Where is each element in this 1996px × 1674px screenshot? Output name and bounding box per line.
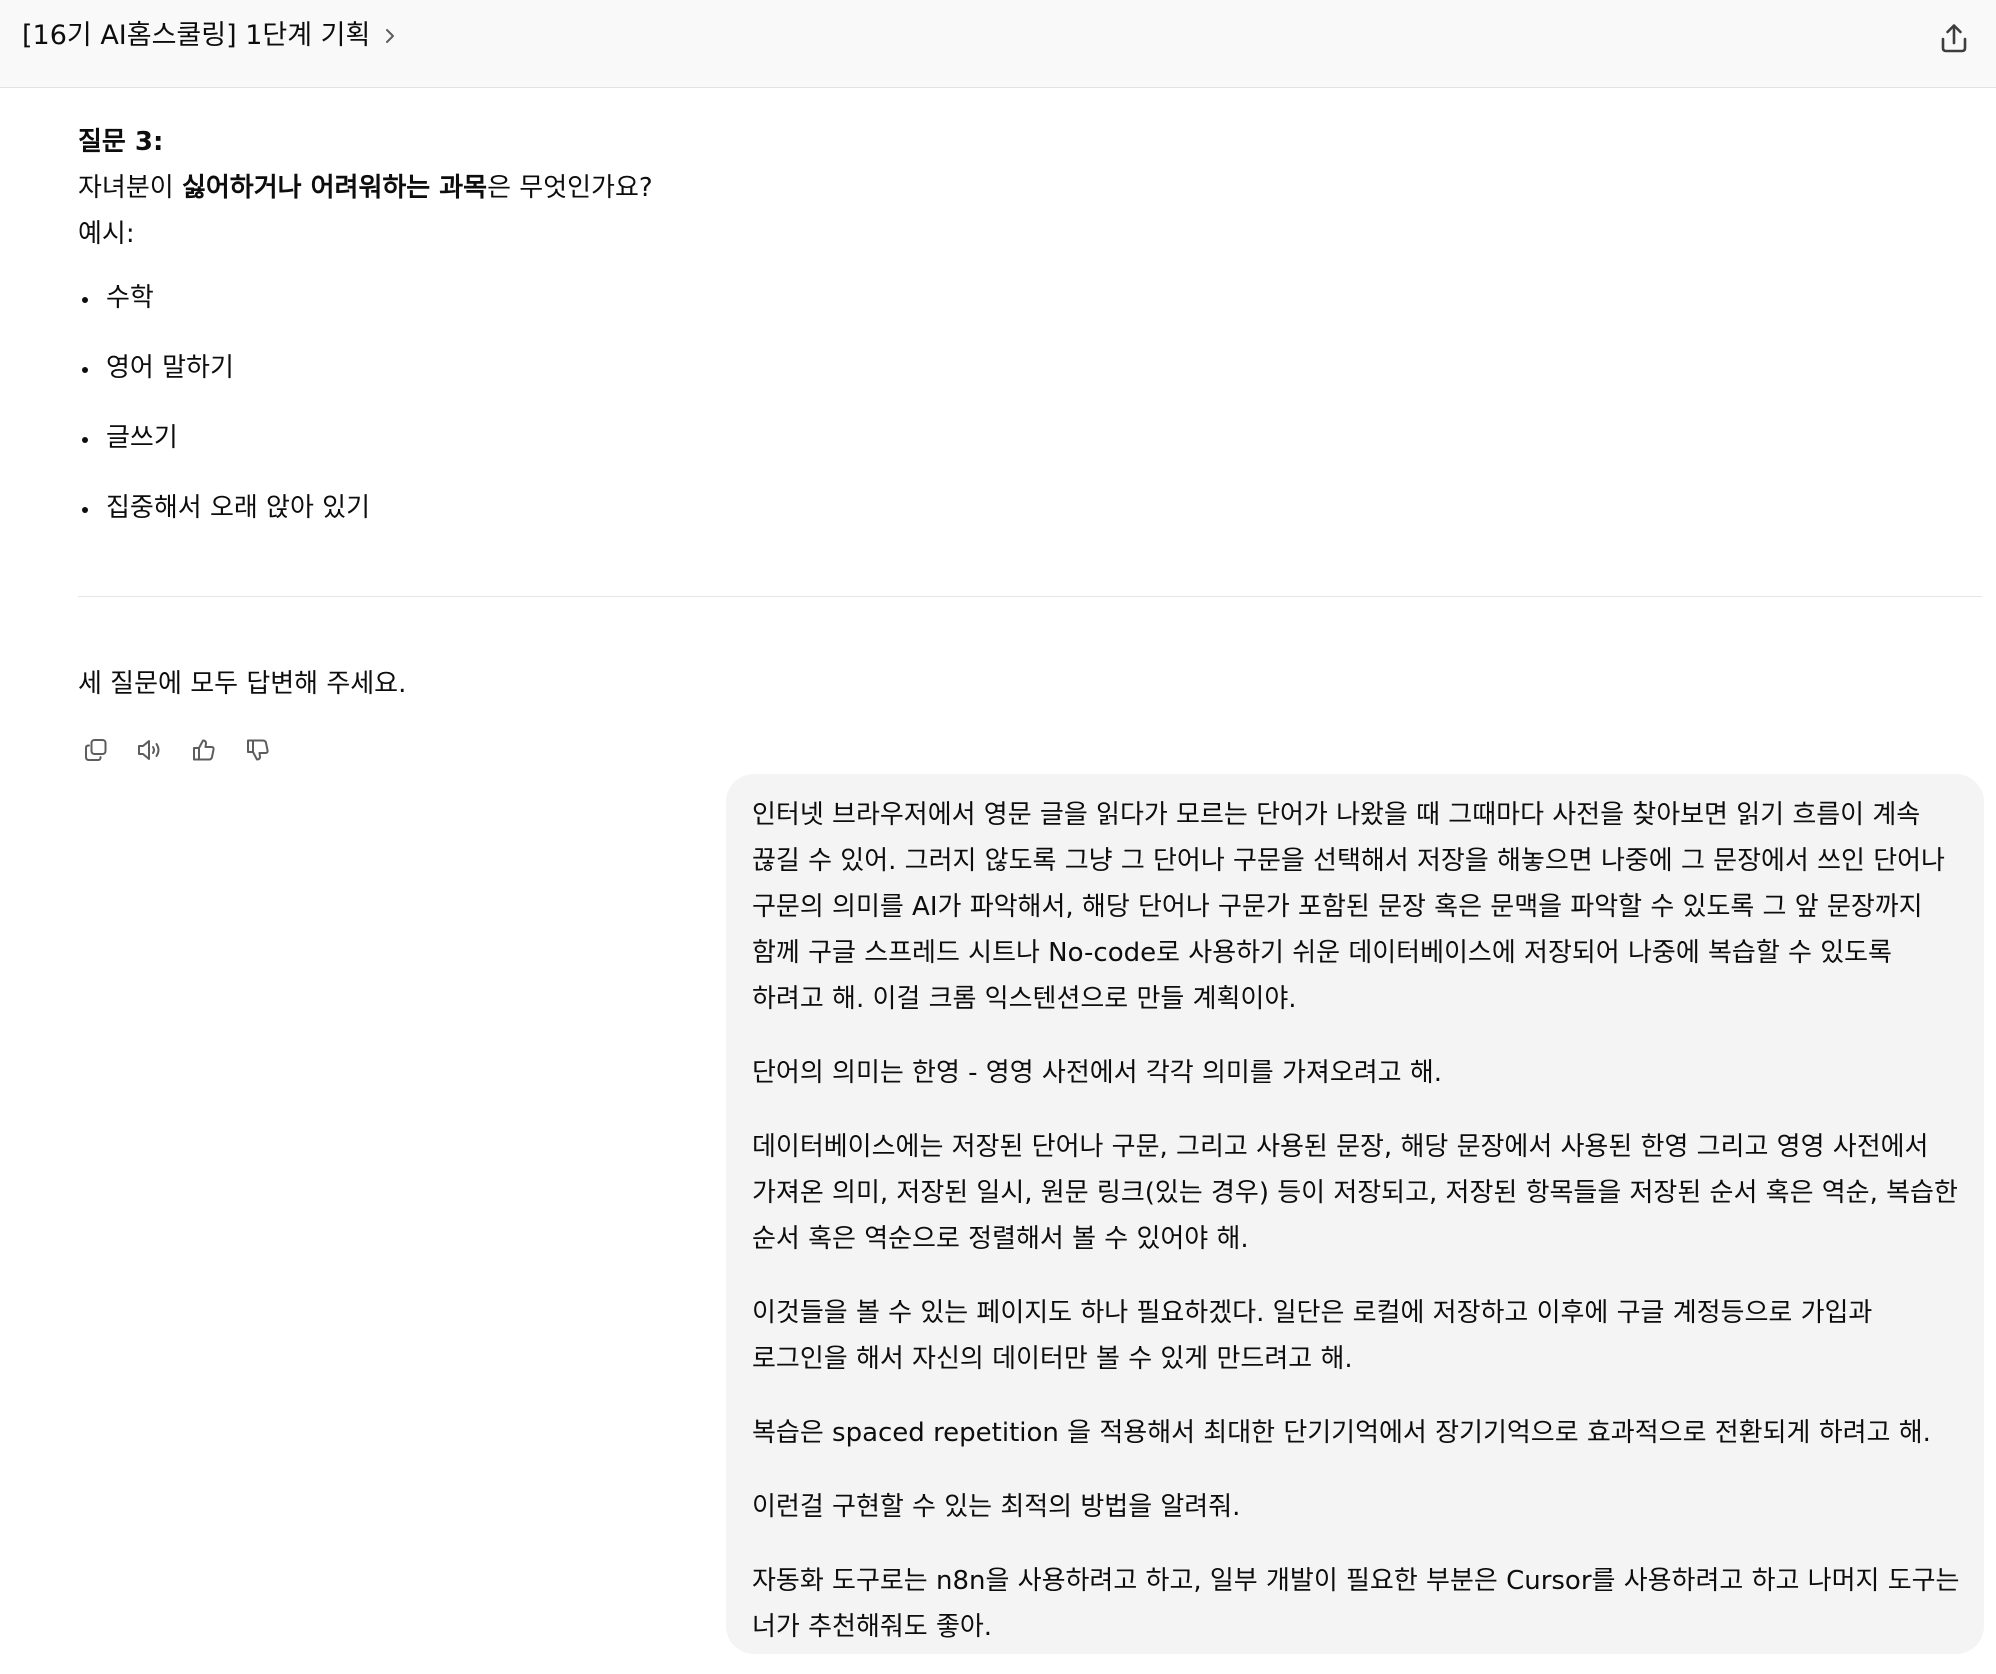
- copy-button[interactable]: [78, 732, 114, 768]
- user-message-paragraph: 데이터베이스에는 저장된 단어나 구문, 그리고 사용된 문장, 해당 문장에서…: [752, 1132, 1958, 1254]
- list-item: 집중해서 오래 앉아 있기: [78, 490, 370, 560]
- user-message-paragraph: 이것들을 볼 수 있는 페이지도 하나 필요하겠다. 일단은 로컬에 저장하고 …: [752, 1298, 1873, 1374]
- question-emphasis: 싫어하거나 어려워하는 과목: [181, 173, 488, 203]
- chevron-right-icon: [386, 29, 395, 43]
- example-label: 예시:: [78, 219, 135, 249]
- user-message-paragraph: 인터넷 브라우저에서 영문 글을 읽다가 모르는 단어가 나왔을 때 그때마다 …: [752, 800, 1945, 1014]
- conversation-header: [16기 AI홈스쿨링] 1단계 기획: [0, 0, 1996, 88]
- speaker-icon: [138, 740, 160, 760]
- conversation-title: [16기 AI홈스쿨링] 1단계 기획: [22, 20, 371, 51]
- user-message-paragraph: 이런걸 구현할 수 있는 최적의 방법을 알려줘.: [752, 1492, 1241, 1522]
- thumbs-down-icon: [247, 739, 269, 761]
- user-message-paragraph: 복습은 spaced repetition 을 적용해서 최대한 단기기억에서 …: [752, 1418, 1931, 1448]
- list-item: 글쓰기: [78, 420, 370, 490]
- thumbs-up-button[interactable]: [186, 732, 222, 768]
- share-icon: [1941, 24, 1967, 53]
- list-item: 영어 말하기: [78, 350, 370, 420]
- closing-text: 세 질문에 모두 답변해 주세요.: [78, 669, 407, 699]
- question-suffix: 은 무엇인가요?: [487, 173, 653, 203]
- user-message-bubble: 인터넷 브라우저에서 영문 글을 읽다가 모르는 단어가 나왔을 때 그때마다 …: [726, 774, 1984, 1654]
- conversation-title-button[interactable]: [16기 AI홈스쿨링] 1단계 기획: [22, 18, 400, 54]
- thumbs-down-button[interactable]: [240, 732, 276, 768]
- share-button[interactable]: [1932, 16, 1976, 60]
- message-actions: [78, 732, 276, 768]
- question-prefix: 자녀분이: [78, 173, 182, 203]
- user-message-paragraph: 단어의 의미는 한영 - 영영 사전에서 각각 의미를 가져오려고 해.: [752, 1058, 1443, 1088]
- thumbs-up-icon: [193, 739, 215, 761]
- question-text: 자녀분이 싫어하거나 어려워하는 과목은 무엇인가요?: [78, 170, 653, 206]
- read-aloud-button[interactable]: [132, 732, 168, 768]
- divider: [78, 596, 1982, 597]
- example-list: 수학 영어 말하기 글쓰기 집중해서 오래 앉아 있기: [78, 280, 370, 560]
- user-message-paragraph: 자동화 도구로는 n8n을 사용하려고 하고, 일부 개발이 필요한 부분은 C…: [752, 1566, 1960, 1642]
- question-title: 질문 3:: [78, 127, 164, 157]
- list-item: 수학: [78, 280, 370, 350]
- copy-icon: [85, 739, 107, 761]
